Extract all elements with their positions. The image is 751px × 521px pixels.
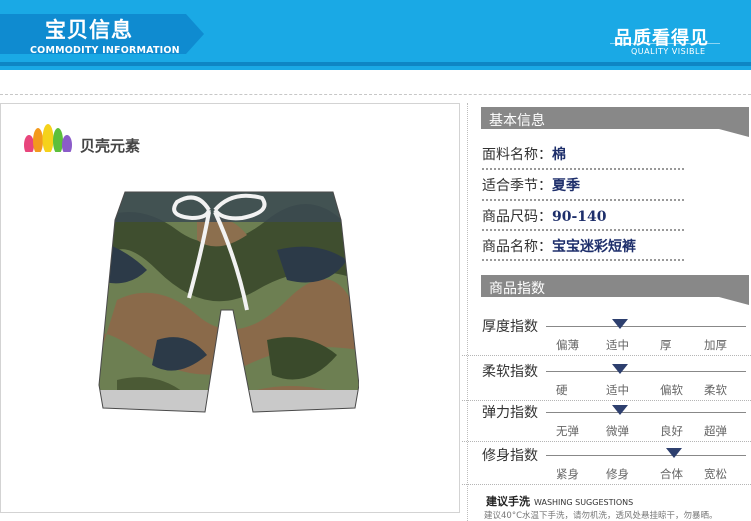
index-option: 偏薄: [556, 338, 579, 352]
index-track: [546, 412, 746, 413]
index-option: 紧身: [556, 467, 579, 481]
index-marker-icon: [612, 319, 628, 329]
index-track: [546, 455, 746, 456]
index-row: 厚度指数偏薄 适中 厚 加厚: [480, 316, 751, 358]
washing-title-en: WASHING SUGGESTIONS: [534, 498, 634, 507]
index-option: 厚: [660, 338, 672, 352]
product-name-value: 宝宝迷彩短裤: [552, 239, 636, 255]
indices-header: 商品指数: [481, 275, 749, 305]
index-option: 合体: [660, 467, 683, 481]
banner-title: 宝贝信息: [45, 17, 133, 42]
header-notch: [719, 129, 749, 137]
info-row-season: 适合季节：夏季: [482, 175, 751, 199]
index-label: 弹力指数: [482, 405, 538, 421]
banner-tab-tail: [186, 14, 204, 54]
index-track: [546, 326, 746, 327]
index-marker-icon: [612, 364, 628, 374]
row-divider: [482, 259, 684, 261]
index-option: 宽松: [704, 467, 727, 481]
indices-title: 商品指数: [489, 281, 545, 297]
banner-stripe: [0, 62, 751, 66]
info-row-fabric: 面料名称：棉: [482, 144, 751, 168]
index-divider: [462, 484, 751, 485]
index-label: 柔软指数: [482, 364, 538, 380]
shell-rainbow-logo-icon: [22, 124, 74, 157]
washing-text: 建议40°C水温下手洗，请勿机洗，透风处悬挂晾干，勿暴晒。: [484, 511, 718, 521]
index-divider: [462, 355, 751, 356]
banner-slogan-sub: QUALITY VISIBLE: [631, 47, 706, 56]
brand-name: 贝壳元素: [80, 137, 141, 155]
season-value: 夏季: [552, 178, 580, 194]
index-option: 超弹: [704, 424, 727, 438]
index-row: 柔软指数硬 适中 偏软 柔软: [480, 361, 751, 403]
basic-info-title: 基本信息: [489, 113, 545, 129]
panel-divider: [467, 103, 468, 521]
row-divider: [482, 229, 684, 231]
index-label: 修身指数: [482, 448, 538, 464]
info-row-name: 商品名称：宝宝迷彩短裤: [482, 236, 751, 260]
index-option: 柔软: [704, 383, 727, 397]
index-option: 偏软: [660, 383, 683, 397]
banner-subtitle: COMMODITY INFORMATION: [30, 45, 180, 56]
washing-title: 建议手洗 WASHING SUGGESTIONS: [486, 493, 633, 509]
index-option: 无弹: [556, 424, 579, 438]
index-marker-icon: [666, 448, 682, 458]
index-row: 修身指数紧身 修身 合体 宽松: [480, 445, 751, 487]
size-value: 90-140: [552, 209, 607, 225]
row-divider: [482, 199, 684, 201]
row-divider: [482, 168, 684, 170]
info-row-size: 商品尺码：90-140: [482, 206, 751, 230]
banner-slogan-rule: [610, 43, 720, 44]
index-option: 适中: [606, 338, 629, 352]
section-divider: [0, 94, 751, 95]
index-divider: [462, 400, 751, 401]
index-track: [546, 371, 746, 372]
header-banner: 宝贝信息 COMMODITY INFORMATION 品质看得见 QUALITY…: [0, 0, 751, 70]
camouflage-shorts-image: [98, 191, 359, 413]
basic-info-header: 基本信息: [481, 107, 749, 137]
index-divider: [462, 441, 751, 442]
index-option: 良好: [660, 424, 683, 438]
fabric-label: 面料名称：: [482, 147, 552, 163]
index-marker-icon: [612, 405, 628, 415]
index-option: 修身: [606, 467, 629, 481]
index-row: 弹力指数无弹 微弹 良好 超弹: [480, 402, 751, 444]
product-name-label: 商品名称：: [482, 239, 552, 255]
washing-title-cn: 建议手洗: [486, 495, 530, 508]
index-label: 厚度指数: [482, 319, 538, 335]
index-option: 适中: [606, 383, 629, 397]
size-label: 商品尺码：: [482, 209, 552, 225]
season-label: 适合季节：: [482, 178, 552, 194]
fabric-value: 棉: [552, 147, 566, 163]
header-notch: [719, 297, 749, 305]
index-option: 微弹: [606, 424, 629, 438]
index-option: 硬: [556, 383, 568, 397]
index-option: 加厚: [704, 338, 727, 352]
